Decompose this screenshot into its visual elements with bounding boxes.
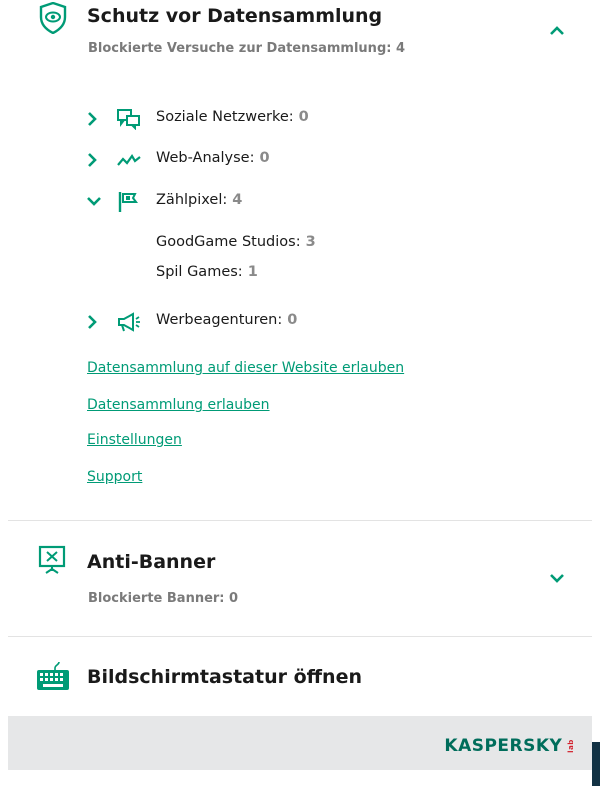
allow-data-collection-link[interactable]: Datensammlung erlauben (87, 397, 270, 413)
divider (8, 636, 592, 637)
category-label: Soziale Netzwerke: 0 (156, 109, 309, 125)
category-web-analytics[interactable]: Web-Analyse: 0 (86, 148, 346, 172)
divider (8, 520, 592, 521)
tracker-item: GoodGame Studios: 3 (156, 234, 316, 250)
kaspersky-logo: KASPERSKY lab (444, 736, 576, 756)
data-protection-title: Schutz vor Datensammlung (87, 5, 383, 27)
data-protection-subtitle: Blockierte Versuche zur Datensammlung: 4 (88, 41, 406, 56)
category-label: Web-Analyse: 0 (156, 150, 270, 166)
allow-on-this-site-link[interactable]: Datensammlung auf dieser Website erlaube… (87, 360, 404, 376)
panel-bottom (8, 770, 592, 786)
footer-bar: KASPERSKY lab (8, 716, 592, 770)
protection-panel: Schutz vor Datensammlung Blockierte Vers… (8, 0, 592, 786)
category-tracking-pixels[interactable]: Zählpixel: 4 (86, 190, 346, 214)
anti-banner-title: Anti-Banner (87, 551, 216, 573)
support-link[interactable]: Support (87, 469, 142, 485)
category-social-networks[interactable]: Soziale Netzwerke: 0 (86, 107, 346, 131)
tracker-item: Spil Games: 1 (156, 264, 258, 280)
banner-board-icon (38, 545, 66, 574)
category-label: Zählpixel: 4 (156, 192, 243, 208)
tracking-pixel-icon (118, 192, 138, 212)
chevron-right-icon[interactable] (86, 111, 98, 127)
category-label: Werbeagenturen: 0 (156, 312, 298, 328)
social-network-icon (117, 109, 140, 130)
chevron-up-icon[interactable] (549, 24, 565, 38)
window-edge (514, 0, 600, 786)
chevron-right-icon[interactable] (86, 152, 98, 168)
anti-banner-subtitle: Blockierte Banner: 0 (88, 591, 239, 606)
category-advertising-agencies[interactable]: Werbeagenturen: 0 (86, 310, 346, 334)
chevron-down-icon[interactable] (86, 195, 102, 209)
web-analytics-icon (117, 153, 141, 166)
chevron-down-icon[interactable] (549, 571, 565, 585)
megaphone-icon (118, 312, 140, 332)
eye-shield-icon (39, 2, 67, 34)
settings-link[interactable]: Einstellungen (87, 432, 182, 448)
keyboard-icon[interactable] (35, 660, 71, 692)
onscreen-keyboard-title[interactable]: Bildschirmtastatur öffnen (87, 666, 362, 688)
chevron-right-icon[interactable] (86, 314, 98, 330)
